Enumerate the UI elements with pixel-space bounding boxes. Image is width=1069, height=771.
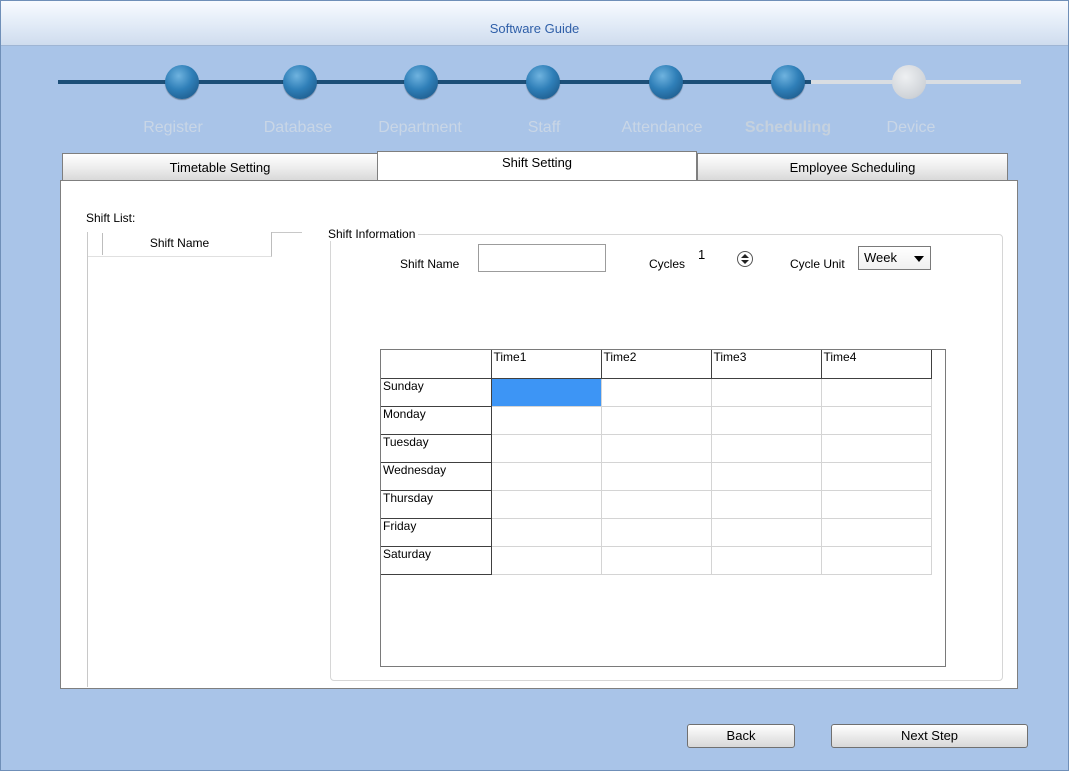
cycle-unit-label: Cycle Unit — [790, 257, 845, 271]
column-header-time4[interactable]: Time4 — [821, 350, 932, 379]
shift-setting-panel: Shift List: Shift Name Shift Information… — [60, 180, 1018, 689]
step-label-attendance: Attendance — [621, 119, 703, 136]
step-node-staff — [526, 65, 560, 99]
grid-cell-wednesday-time4[interactable] — [821, 462, 932, 491]
grid-cell-friday-time3[interactable] — [711, 518, 822, 547]
title-bar: Software Guide — [1, 1, 1068, 46]
cycles-label: Cycles — [649, 257, 686, 271]
step-node-device — [892, 65, 926, 99]
grid-cell-wednesday-time2[interactable] — [601, 462, 712, 491]
tab-timetable-setting[interactable]: Timetable Setting — [62, 153, 378, 180]
cycle-unit-select[interactable]: Week — [858, 246, 931, 270]
grid-cell-saturday-time3[interactable] — [711, 546, 822, 575]
step-label-scheduling: Scheduling — [744, 119, 832, 136]
cycles-spinner[interactable] — [737, 251, 753, 267]
shift-information-legend: Shift Information — [328, 227, 419, 241]
grid-cell-friday-time1[interactable] — [491, 518, 602, 547]
grid-cell-saturday-time1[interactable] — [491, 546, 602, 575]
grid-cell-friday-time2[interactable] — [601, 518, 712, 547]
grid-cell-saturday-time4[interactable] — [821, 546, 932, 575]
grid-cell-sunday-time1[interactable] — [491, 378, 602, 407]
grid-cell-sunday-time2[interactable] — [601, 378, 712, 407]
grid-cell-tuesday-time3[interactable] — [711, 434, 822, 463]
grid-cell-sunday-time3[interactable] — [711, 378, 822, 407]
step-node-attendance — [649, 65, 683, 99]
row-header-saturday[interactable]: Saturday — [381, 546, 492, 575]
shift-name-label: Shift Name — [400, 257, 460, 271]
grid-row-sunday: Sunday — [381, 378, 932, 407]
grid-cell-sunday-time4[interactable] — [821, 378, 932, 407]
row-header-thursday[interactable]: Thursday — [381, 490, 492, 519]
step-node-database — [283, 65, 317, 99]
shift-name-input[interactable] — [478, 244, 606, 272]
column-header-time1[interactable]: Time1 — [491, 350, 602, 379]
next-step-button[interactable]: Next Step — [831, 724, 1028, 748]
back-button[interactable]: Back — [687, 724, 795, 748]
step-label-device: Device — [886, 119, 936, 136]
grid-cell-thursday-time1[interactable] — [491, 490, 602, 519]
shift-list-header[interactable]: Shift Name — [88, 232, 272, 257]
grid-cell-monday-time2[interactable] — [601, 406, 712, 435]
grid-row-friday: Friday — [381, 518, 932, 547]
grid-row-tuesday: Tuesday — [381, 434, 932, 463]
shift-time-grid[interactable]: Time1 Time2 Time3 Time4 Sunday Monday Tu… — [380, 349, 946, 667]
tab-shift-setting[interactable]: Shift Setting — [377, 151, 697, 180]
header-divider — [102, 233, 103, 255]
step-label-staff: Staff — [527, 119, 561, 136]
cycle-unit-value: Week — [864, 250, 897, 265]
row-header-friday[interactable]: Friday — [381, 518, 492, 547]
spinner-down-icon[interactable] — [741, 260, 749, 264]
grid-cell-tuesday-time4[interactable] — [821, 434, 932, 463]
cycles-input[interactable]: 1 — [691, 246, 735, 268]
shift-list-label: Shift List: — [86, 211, 136, 225]
grid-cell-tuesday-time1[interactable] — [491, 434, 602, 463]
row-header-wednesday[interactable]: Wednesday — [381, 462, 492, 491]
grid-corner-cell — [381, 350, 492, 379]
step-node-scheduling — [771, 65, 805, 99]
step-node-register — [165, 65, 199, 99]
grid-cell-friday-time4[interactable] — [821, 518, 932, 547]
row-header-monday[interactable]: Monday — [381, 406, 492, 435]
step-node-department — [404, 65, 438, 99]
grid-cell-tuesday-time2[interactable] — [601, 434, 712, 463]
grid-cell-wednesday-time1[interactable] — [491, 462, 602, 491]
grid-row-monday: Monday — [381, 406, 932, 435]
window-title: Software Guide — [489, 21, 580, 36]
list-top-edge — [272, 232, 302, 233]
column-header-time3[interactable]: Time3 — [711, 350, 822, 379]
step-label-database: Database — [263, 119, 333, 136]
grid-row-thursday: Thursday — [381, 490, 932, 519]
time-grid-table: Time1 Time2 Time3 Time4 Sunday Monday Tu… — [381, 350, 932, 575]
grid-cell-thursday-time4[interactable] — [821, 490, 932, 519]
wizard-steps: Register Database Department Staff Atten… — [0, 46, 1069, 150]
grid-cell-thursday-time3[interactable] — [711, 490, 822, 519]
tab-employee-scheduling[interactable]: Employee Scheduling — [697, 153, 1008, 180]
step-label-department: Department — [378, 119, 462, 136]
spinner-up-icon[interactable] — [741, 254, 749, 258]
step-label-register: Register — [143, 119, 203, 136]
row-header-sunday[interactable]: Sunday — [381, 378, 492, 407]
column-header-time2[interactable]: Time2 — [601, 350, 712, 379]
grid-row-wednesday: Wednesday — [381, 462, 932, 491]
grid-row-saturday: Saturday — [381, 546, 932, 575]
grid-cell-monday-time1[interactable] — [491, 406, 602, 435]
shift-list[interactable]: Shift Name — [87, 232, 338, 687]
grid-header-row: Time1 Time2 Time3 Time4 — [381, 350, 932, 379]
shift-name-column-header: Shift Name — [149, 236, 210, 250]
grid-cell-monday-time3[interactable] — [711, 406, 822, 435]
grid-cell-thursday-time2[interactable] — [601, 490, 712, 519]
row-header-tuesday[interactable]: Tuesday — [381, 434, 492, 463]
grid-cell-saturday-time2[interactable] — [601, 546, 712, 575]
grid-cell-monday-time4[interactable] — [821, 406, 932, 435]
grid-cell-wednesday-time3[interactable] — [711, 462, 822, 491]
chevron-down-icon[interactable] — [914, 256, 924, 262]
